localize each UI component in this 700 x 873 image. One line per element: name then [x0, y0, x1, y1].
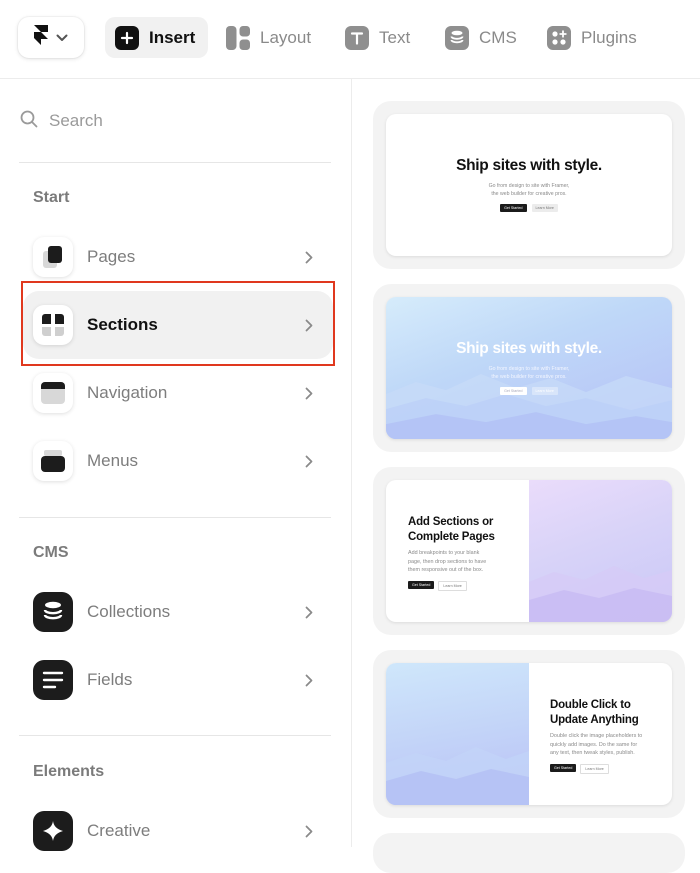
preview-primary-button: Get Started [550, 763, 577, 772]
preview-secondary-button: Learn More [531, 387, 558, 395]
list-item-label: Creative [87, 821, 151, 840]
section-title-elements: Elements [33, 763, 105, 780]
list-item-label: Fields [87, 670, 133, 689]
tab-text[interactable]: Text [345, 17, 410, 58]
chevron-right-icon [305, 454, 315, 468]
chevron-right-icon [305, 605, 315, 619]
list-item-fields[interactable]: Fields [23, 646, 333, 714]
list-item-label: Navigation [87, 383, 168, 402]
section-preview-card[interactable] [373, 833, 685, 873]
chevron-right-icon [305, 318, 315, 332]
section-preview-card[interactable]: Ship sites with style. Go from design to… [373, 101, 685, 269]
section-preview-card[interactable]: Ship sites with style. Go from design to… [373, 284, 685, 452]
chevron-right-icon [305, 824, 315, 838]
tab-plugins[interactable]: Plugins [547, 17, 637, 58]
tab-cms-label: CMS [479, 27, 517, 47]
divider [19, 162, 331, 163]
section-preview-card[interactable]: Add Sections or Complete Pages Add breakp… [373, 467, 685, 635]
section-title-cms: CMS [33, 544, 69, 561]
hero-preview-gradient: Ship sites with style. Go from design to… [386, 297, 672, 439]
sections-icon [33, 305, 73, 345]
navigation-icon [33, 373, 73, 413]
tab-insert[interactable]: Insert [105, 17, 209, 58]
framer-logo-icon [34, 25, 48, 50]
split-preview-right-text: Double Click to Update Anything Double cl… [386, 663, 672, 805]
database-icon [445, 25, 469, 50]
preview-buttons: Get Started Learn More [550, 763, 672, 774]
list-item-label: Collections [87, 602, 171, 621]
list-item-sections[interactable]: Sections [23, 291, 333, 359]
preview-secondary-button: Learn More [438, 580, 467, 591]
fields-icon [33, 660, 73, 700]
list-item-pages[interactable]: Pages [23, 223, 333, 291]
list-item-creative[interactable]: Creative [23, 797, 333, 865]
section-title-start: Start [33, 189, 70, 206]
text-icon [345, 25, 369, 50]
framer-menu-button[interactable] [18, 17, 84, 58]
preview-primary-button: Get Started [408, 580, 435, 589]
divider [19, 517, 331, 518]
preview-primary-button: Get Started [500, 387, 527, 395]
search-field[interactable]: Search [20, 109, 103, 133]
preview-subtitle: Go from design to site with Framer, the w… [488, 366, 570, 380]
hero-preview-white: Ship sites with style. Go from design to… [386, 114, 672, 256]
list-item-menus[interactable]: Menus [23, 427, 333, 495]
preview-buttons: Get Started Learn More [408, 580, 538, 591]
layout-icon [226, 25, 250, 50]
search-icon [20, 110, 38, 133]
search-placeholder: Search [49, 111, 103, 130]
preview-subtitle: Add breakpoints to your blank page, then … [408, 550, 487, 574]
tab-cms[interactable]: CMS [445, 17, 517, 58]
list-item-collections[interactable]: Collections [23, 578, 333, 646]
preview-subtitle: Double click the image placeholders to qu… [550, 733, 643, 757]
preview-title: Ship sites with style. [456, 340, 602, 357]
preview-buttons: Get Started Learn More [386, 204, 672, 212]
list-item-label: Pages [87, 247, 136, 266]
tab-text-label: Text [379, 27, 411, 47]
tab-layout-label: Layout [260, 27, 312, 47]
preview-secondary-button: Learn More [580, 763, 609, 774]
preview-title: Ship sites with style. [456, 157, 602, 174]
section-preview-card[interactable]: Double Click to Update Anything Double cl… [373, 650, 685, 818]
preview-text-block: Add Sections or Complete Pages Add breakp… [408, 515, 538, 591]
list-item-label: Menus [87, 451, 139, 470]
preview-title: Add Sections or Complete Pages [408, 516, 495, 543]
menus-icon [33, 441, 73, 481]
preview-image [529, 480, 672, 622]
list-item-label: Sections [87, 315, 158, 334]
divider [19, 735, 331, 736]
plus-icon [115, 25, 139, 50]
sparkle-icon [33, 811, 73, 851]
pages-icon [33, 237, 73, 277]
tab-layout[interactable]: Layout [226, 17, 311, 58]
collections-icon [33, 592, 73, 632]
plugins-icon [547, 25, 571, 50]
preview-buttons: Get Started Learn More [386, 387, 672, 395]
chevron-down-icon [56, 29, 68, 47]
preview-text-block: Double Click to Update Anything Double cl… [550, 698, 672, 774]
preview-title: Double Click to Update Anything [550, 699, 639, 726]
preview-image [386, 663, 529, 805]
chevron-right-icon [305, 386, 315, 400]
list-item-navigation[interactable]: Navigation [23, 359, 333, 427]
split-preview-left-text: Add Sections or Complete Pages Add breakp… [386, 480, 672, 622]
preview-secondary-button: Learn More [531, 204, 558, 212]
preview-primary-button: Get Started [500, 204, 527, 212]
tab-insert-label: Insert [149, 27, 196, 47]
chevron-right-icon [305, 673, 315, 687]
tab-plugins-label: Plugins [581, 27, 637, 47]
top-toolbar: Insert Layout Text CMS Plugins [0, 0, 700, 79]
insert-panel: Search Start Pages Sections Navigation M… [0, 79, 352, 851]
chevron-right-icon [305, 250, 315, 264]
preview-subtitle: Go from design to site with Framer, the w… [488, 183, 570, 197]
